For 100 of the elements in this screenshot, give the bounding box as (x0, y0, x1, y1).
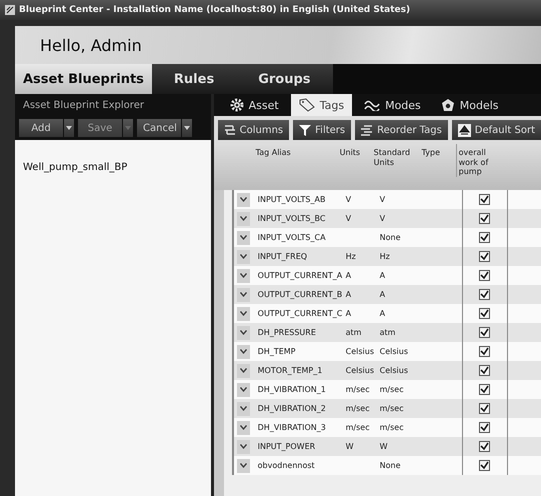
table-cell-text: DH_TEMP (256, 347, 296, 356)
table-cell-text: atm (380, 328, 396, 337)
chevron-icon (240, 235, 248, 240)
table-cell: Hz (346, 252, 356, 261)
checkbox[interactable] (479, 251, 490, 262)
table-cell-text: DH_VIBRATION_3 (256, 423, 327, 432)
toolbar-button[interactable]: Columns (218, 120, 290, 140)
table-cell-text: DH_PRESSURE (256, 328, 317, 337)
toolbar-button[interactable]: Add (19, 119, 63, 137)
chevron-icon (240, 311, 248, 316)
expand-button[interactable] (237, 288, 250, 302)
chevron-icon (240, 254, 248, 259)
table-cell-text: V (380, 195, 386, 204)
caret-icon (184, 126, 190, 130)
expand-button[interactable] (237, 192, 250, 206)
table-cell: m/sec (346, 404, 370, 413)
caret-icon (66, 126, 72, 130)
expand-button[interactable] (237, 344, 250, 358)
columns-icon (224, 124, 236, 136)
chevron-icon (240, 216, 248, 221)
main-tab[interactable]: Groups (236, 64, 333, 94)
column-header[interactable]: overall work of pump (456, 144, 500, 177)
checkbox[interactable] (479, 270, 490, 281)
table-cell-text: None (380, 233, 402, 242)
table-cell-text: A (380, 271, 386, 280)
detail-tab[interactable]: Models (432, 94, 507, 116)
checkbox[interactable] (479, 441, 490, 452)
main-tab[interactable]: Rules (152, 64, 236, 94)
checkbox[interactable] (479, 460, 490, 471)
table-cell: A (346, 309, 352, 318)
table-cell: Celsius (346, 347, 374, 356)
toolbar-button[interactable]: Cancel (137, 119, 181, 137)
expand-button[interactable] (237, 268, 250, 282)
toolbar-button[interactable]: Filters (293, 120, 352, 140)
gear-icon (230, 98, 244, 112)
checkbox[interactable] (479, 289, 490, 300)
table-cell-text: None (380, 461, 402, 470)
column-header[interactable]: Standard Units (374, 144, 422, 168)
main-tab[interactable]: Asset Blueprints (15, 64, 152, 94)
dropdown-button[interactable] (64, 119, 74, 137)
checkbox[interactable] (479, 213, 490, 224)
table-cell-text: m/sec (380, 404, 405, 413)
explorer-title: Asset Blueprint Explorer (23, 100, 144, 110)
list-icon (361, 124, 374, 136)
dropdown-button[interactable] (182, 119, 192, 137)
table-cell-text: V (380, 214, 386, 223)
table-cell-text: INPUT_FREQ (256, 252, 308, 261)
toolbar-button[interactable]: Reorder Tags (355, 120, 448, 140)
expand-button[interactable] (237, 306, 250, 320)
table-cell: A (346, 290, 352, 299)
column-header[interactable]: Type (422, 144, 456, 158)
checkbox[interactable] (479, 422, 490, 433)
chevron-icon (240, 273, 248, 278)
filter-icon (299, 124, 312, 136)
detail-tab[interactable]: Tags (290, 94, 352, 116)
chevron-icon (240, 463, 248, 468)
table-cell-text: OUTPUT_CURRENT_C (256, 309, 344, 318)
checkbox[interactable] (479, 403, 490, 414)
table-cell-text: A (380, 309, 386, 318)
expand-button[interactable] (237, 230, 250, 244)
checkbox[interactable] (479, 308, 490, 319)
app-icon (5, 5, 15, 15)
column-header[interactable]: Units (340, 144, 374, 158)
expand-button[interactable] (237, 326, 250, 340)
expand-button[interactable] (237, 250, 250, 264)
table-cell-text: W (380, 442, 389, 451)
expand-button[interactable] (237, 402, 250, 416)
blueprint-item[interactable]: Well_pump_small_BP (15, 158, 211, 177)
checkbox[interactable] (479, 346, 490, 357)
checkbox[interactable] (479, 384, 490, 395)
expand-button[interactable] (237, 212, 250, 226)
chevron-icon (240, 444, 248, 449)
table-cell-text: Hz (380, 252, 391, 261)
table-cell-text: m/sec (380, 385, 405, 394)
greeting: Hello, Admin (40, 36, 142, 54)
chevron-icon (240, 425, 248, 430)
table-cell: m/sec (346, 423, 370, 432)
column-header[interactable]: Tag Alias (252, 144, 340, 158)
expand-button[interactable] (237, 440, 250, 454)
expand-button[interactable] (237, 364, 250, 378)
table-cell-text: m/sec (380, 423, 405, 432)
table-cell-text: OUTPUT_CURRENT_A (256, 271, 344, 280)
chevron-icon (240, 292, 248, 297)
chevron-icon (240, 330, 248, 335)
expand-button[interactable] (237, 382, 250, 396)
table-cell: V (346, 214, 352, 223)
checkbox[interactable] (479, 327, 490, 338)
detail-tab[interactable]: Modes (356, 94, 429, 116)
checkbox[interactable] (479, 232, 490, 243)
checkbox[interactable] (479, 194, 490, 205)
table-cell: V (346, 195, 352, 204)
toolbar-button[interactable]: Default Sort (452, 120, 541, 140)
detail-tab[interactable]: Asset (222, 94, 287, 116)
expand-button[interactable] (237, 420, 250, 434)
table-cell: W (346, 442, 354, 451)
table-cell-text: Celsius (380, 347, 409, 356)
expand-button[interactable] (237, 458, 250, 472)
chevron-icon (240, 406, 248, 411)
table-cell: Celsius (346, 366, 374, 375)
checkbox[interactable] (479, 365, 490, 376)
